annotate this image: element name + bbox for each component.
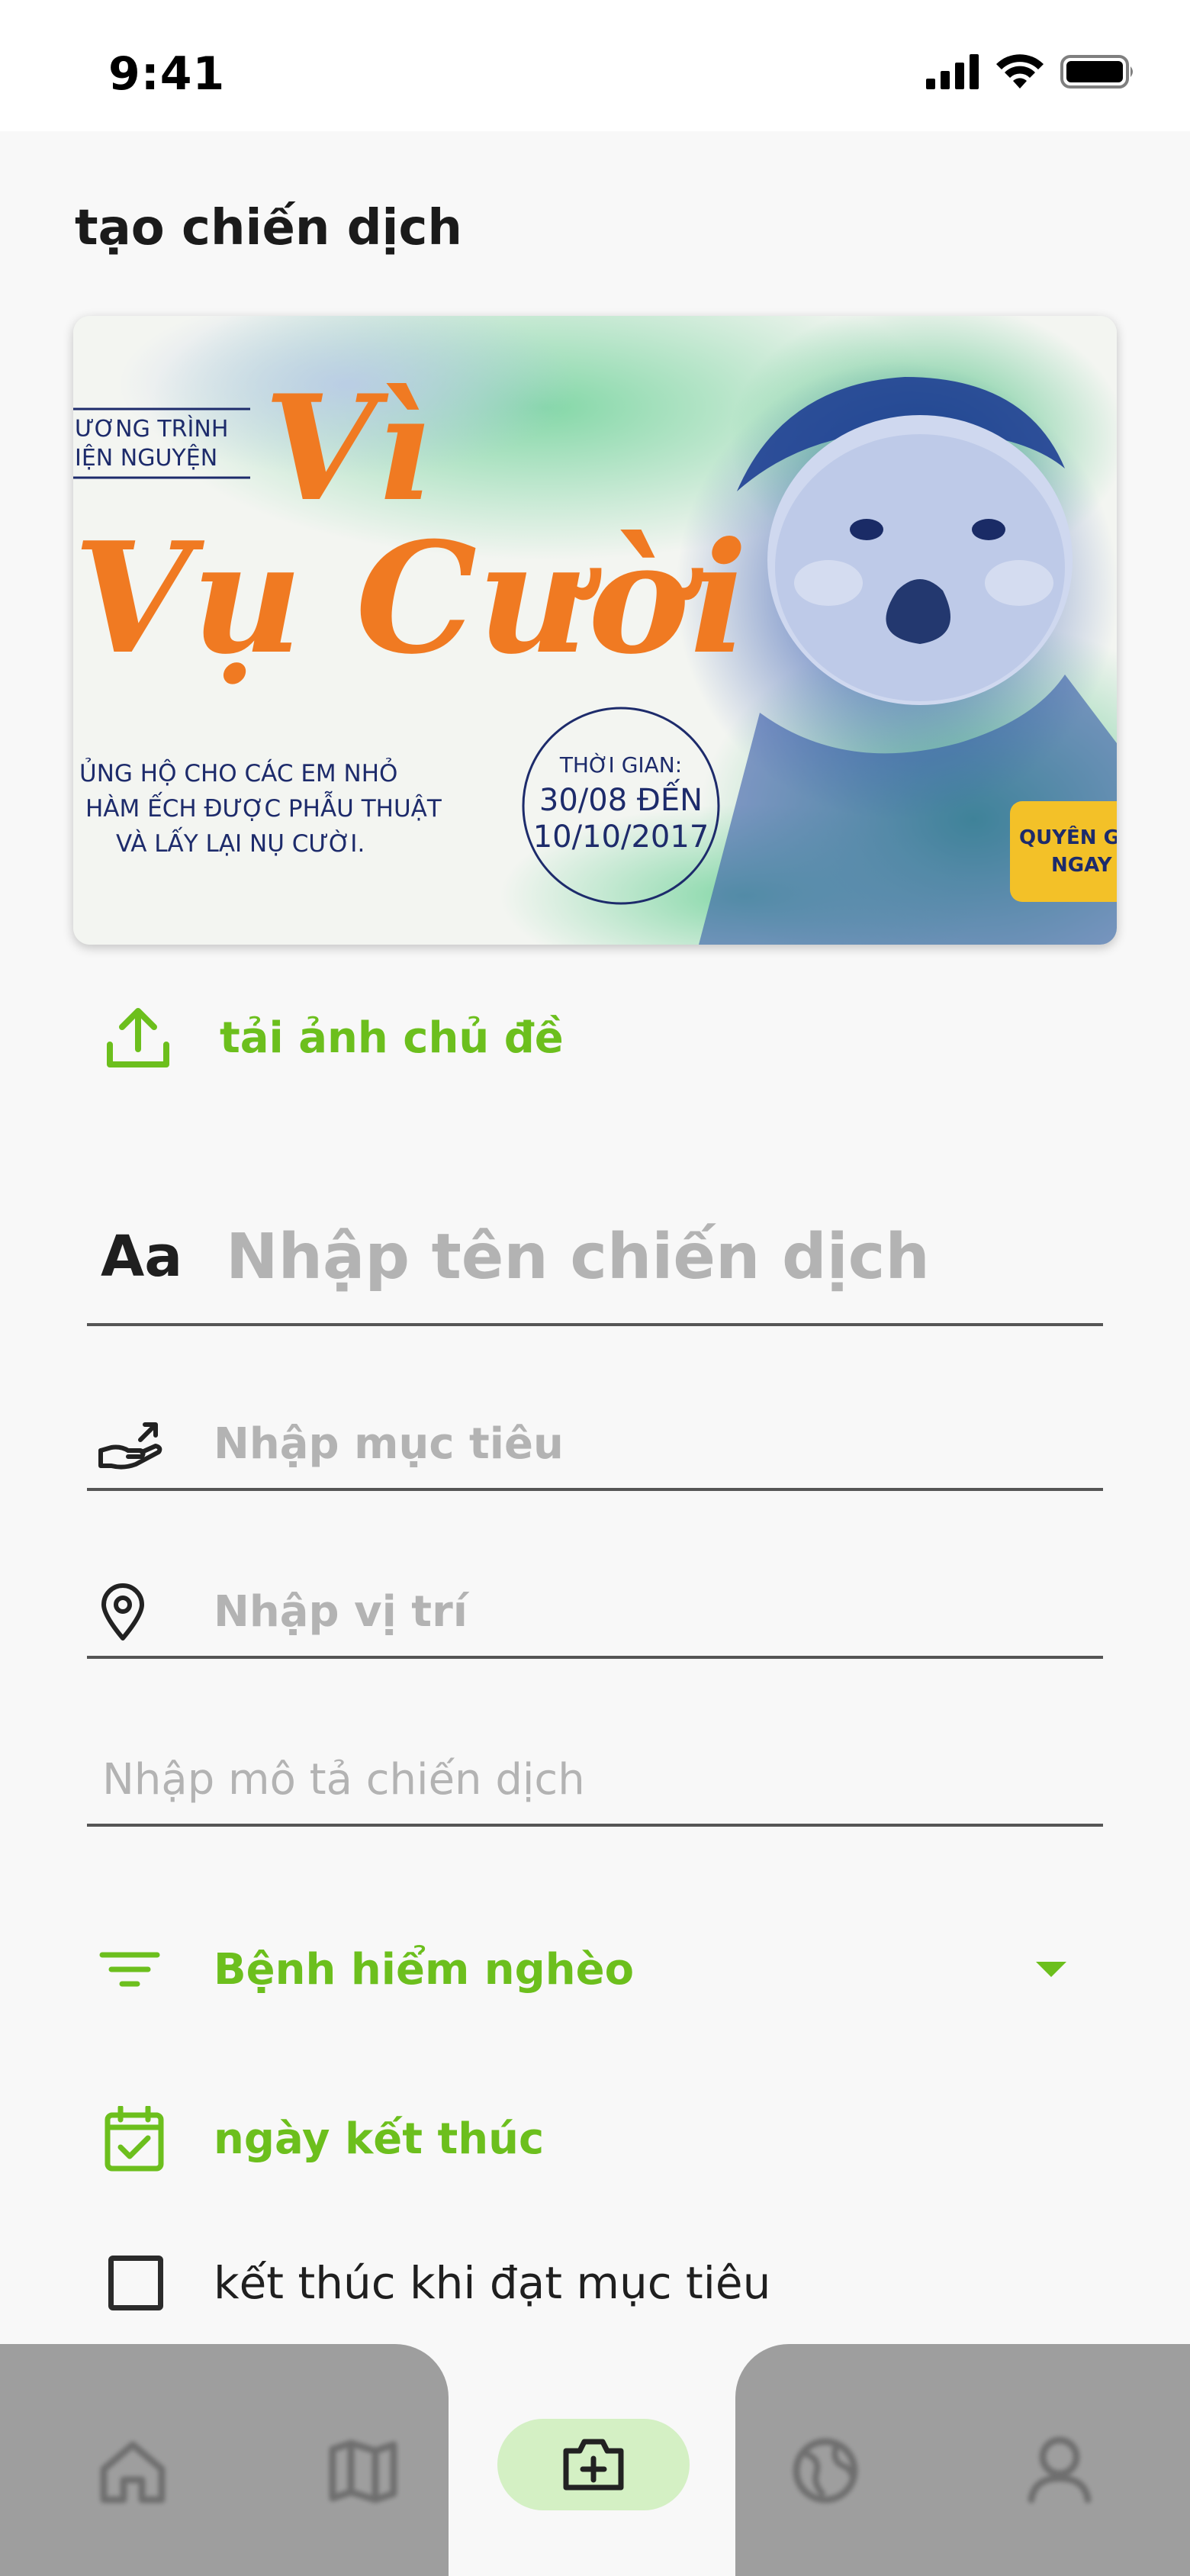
goal-input[interactable] xyxy=(214,1418,1068,1469)
description-field xyxy=(87,1735,1103,1827)
caret-down-icon xyxy=(1036,1962,1066,1977)
description-input[interactable] xyxy=(87,1754,941,1805)
end-on-goal-checkbox[interactable] xyxy=(108,2256,163,2310)
upload-cover-button[interactable]: tải ảnh chủ đề xyxy=(105,1000,564,1076)
banner-donate-line2: NGAY xyxy=(1051,854,1113,877)
wifi-icon xyxy=(996,54,1044,89)
location-input[interactable] xyxy=(214,1586,1068,1637)
banner-title-line1: Vì xyxy=(264,363,432,533)
page-title: tạo chiến dịch xyxy=(75,200,462,256)
home-icon[interactable] xyxy=(98,2439,168,2504)
upload-cover-label: tải ảnh chủ đề xyxy=(220,1013,564,1063)
status-bar: 9:41 xyxy=(0,0,1190,131)
banner-time-range-line2: 10/10/2017 xyxy=(533,819,709,855)
location-pin-icon xyxy=(87,1582,214,1641)
location-field xyxy=(87,1567,1103,1659)
filter-icon xyxy=(99,1952,160,1987)
banner-tagline-line3: VÀ LẤY LẠI NỤ CƯỜI. xyxy=(116,828,365,858)
banner-tagline-line1: ỦNG HỘ CHO CÁC EM NHỎ xyxy=(79,757,397,787)
hand-give-icon xyxy=(87,1417,214,1470)
calendar-check-icon xyxy=(105,2106,164,2172)
status-icons xyxy=(926,53,1137,90)
banner-program-line2: IỆN NGUYỆN xyxy=(75,444,217,472)
category-dropdown[interactable]: Bệnh hiểm nghèo xyxy=(99,1927,1068,2011)
map-icon[interactable] xyxy=(328,2439,398,2504)
create-campaign-icon xyxy=(563,2439,624,2491)
banner-program-line1: ƯƠNG TRÌNH xyxy=(75,415,228,443)
banner-title-line2: Vụ Cười xyxy=(73,509,748,688)
end-on-goal-label: kết thúc khi đạt mục tiêu xyxy=(214,2257,771,2309)
banner-donate-line1: QUYÊN G xyxy=(1019,825,1117,849)
campaign-name-input[interactable] xyxy=(226,1220,1080,1293)
globe-icon[interactable] xyxy=(790,2436,860,2506)
end-on-goal-option[interactable]: kết thúc khi đạt mục tiêu xyxy=(108,2251,770,2315)
upload-icon xyxy=(107,1008,169,1067)
profile-icon[interactable] xyxy=(1027,2434,1092,2504)
end-date-label: ngày kết thúc xyxy=(214,2114,545,2164)
category-selected-label: Bệnh hiểm nghèo xyxy=(214,1944,635,1995)
create-campaign-tab[interactable] xyxy=(497,2419,690,2510)
text-prefix-label: Aa xyxy=(101,1224,183,1290)
signal-icon xyxy=(926,54,979,89)
banner-tagline-line2: HÀM ẾCH ĐƯỢC PHẪU THUẬT xyxy=(85,792,442,823)
banner-time-range-line1: 30/08 ĐẾN xyxy=(539,778,703,818)
end-date-button[interactable]: ngày kết thúc xyxy=(104,2097,544,2181)
banner-time-label: THỜI GIAN: xyxy=(559,752,682,778)
status-time: 9:41 xyxy=(108,47,226,101)
goal-field xyxy=(87,1399,1103,1491)
campaign-name-field: Aa xyxy=(87,1190,1103,1326)
campaign-cover-image[interactable]: ƯƠNG TRÌNH IỆN NGUYỆN Vì Vụ Cười ỦNG HỘ … xyxy=(73,316,1117,945)
battery-icon xyxy=(1060,55,1133,89)
